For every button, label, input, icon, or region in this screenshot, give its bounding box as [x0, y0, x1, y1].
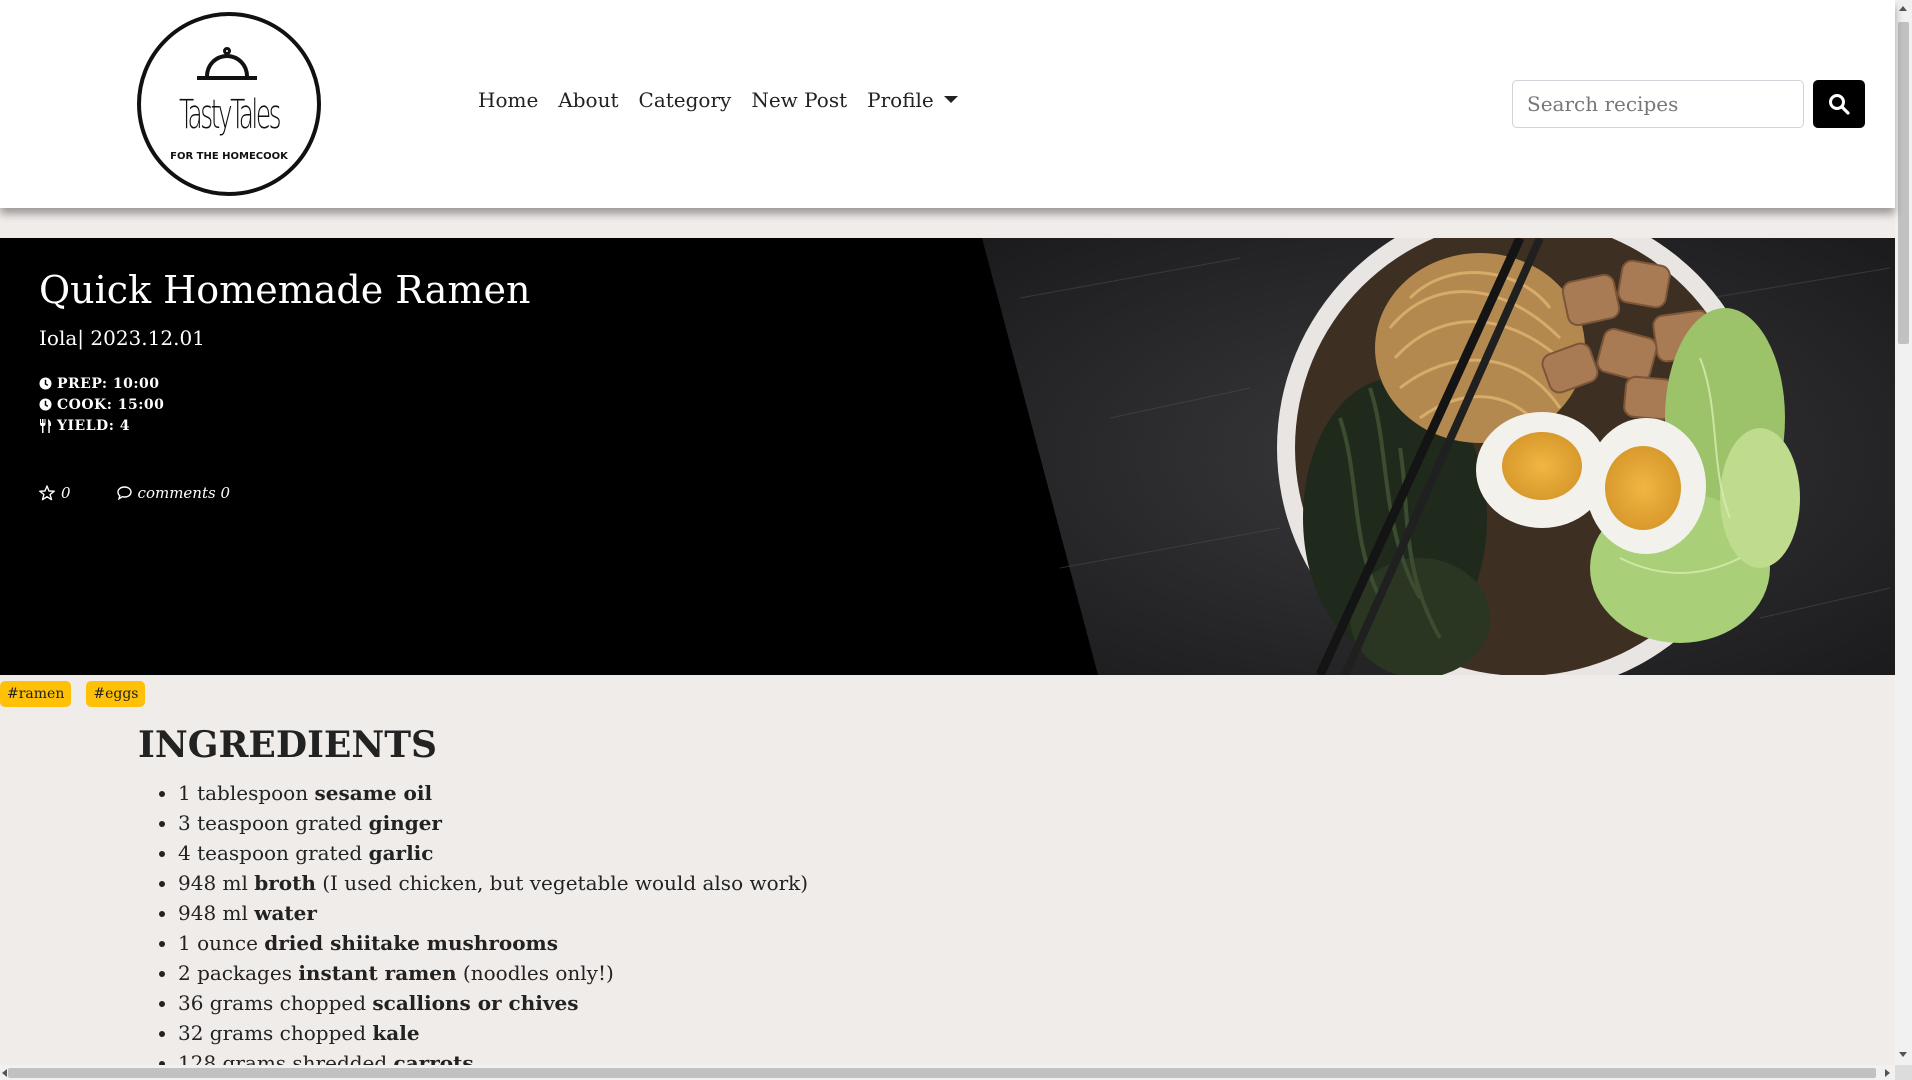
nav-profile-dropdown[interactable]: Profile: [857, 88, 968, 112]
nav-category[interactable]: Category: [629, 88, 742, 112]
post-date: 2023.12.01: [90, 326, 205, 350]
recipe-hero: Quick Homemade Ramen Iola| 2023.12.01 PR…: [0, 238, 1895, 675]
list-item: 3 teaspoon grated ginger: [178, 808, 808, 838]
cook-time-text: COOK: 15:00: [57, 396, 165, 413]
prep-time-text: PREP: 10:00: [57, 375, 160, 392]
list-item: 1 tablespoon sesame oil: [178, 778, 808, 808]
cook-time: COOK: 15:00: [39, 394, 164, 415]
like-button[interactable]: 0: [39, 484, 71, 502]
navbar: TastyTales FOR THE HOMECOOK Home About C…: [0, 0, 1895, 208]
logo[interactable]: TastyTales FOR THE HOMECOOK: [137, 12, 321, 196]
search-icon: [1829, 94, 1850, 115]
scroll-up-icon[interactable]: [1899, 6, 1907, 11]
nav-home[interactable]: Home: [478, 88, 548, 112]
yield-text: YIELD: 4: [57, 417, 130, 434]
tag-eggs[interactable]: #eggs: [86, 681, 146, 707]
vertical-scrollbar[interactable]: [1895, 0, 1912, 1065]
logo-tagline: FOR THE HOMECOOK: [170, 151, 288, 162]
recipe-title: Quick Homemade Ramen: [39, 268, 531, 312]
recipe-meta: Iola| 2023.12.01: [39, 326, 205, 350]
tag-ramen[interactable]: #ramen: [0, 681, 72, 707]
tag-list: #ramen #eggs: [0, 681, 160, 707]
vertical-scroll-thumb[interactable]: [1898, 22, 1909, 344]
list-item: 948 ml broth (I used chicken, but vegeta…: [178, 868, 808, 898]
search-input[interactable]: [1512, 80, 1804, 128]
list-item: 1 ounce dried shiitake mushrooms: [178, 928, 808, 958]
clock-icon: [39, 398, 52, 411]
caret-down-icon: [943, 96, 958, 103]
horizontal-scroll-thumb[interactable]: [8, 1068, 1876, 1078]
comment-bubble-icon: [116, 486, 132, 500]
cloche-icon: [205, 47, 249, 76]
scroll-left-icon[interactable]: [2, 1069, 7, 1077]
main-nav: Home About Category New Post Profile: [478, 88, 968, 112]
utensils-icon: [40, 418, 52, 433]
horizontal-scrollbar[interactable]: [0, 1065, 1895, 1080]
list-item: 2 packages instant ramen (noodles only!): [178, 958, 808, 988]
scroll-right-icon[interactable]: [1885, 1069, 1890, 1077]
social-actions: 0 comments 0: [39, 484, 276, 502]
prep-time: PREP: 10:00: [39, 373, 164, 394]
plate-line: [197, 76, 257, 80]
star-outline-icon: [39, 485, 55, 501]
ingredients-list: 1 tablespoon sesame oil 3 teaspoon grate…: [138, 778, 808, 1078]
list-item: 36 grams chopped scallions or chives: [178, 988, 808, 1018]
search-button[interactable]: [1813, 80, 1865, 128]
clock-icon: [39, 377, 52, 390]
nav-new-post[interactable]: New Post: [741, 88, 857, 112]
like-count: 0: [61, 484, 71, 502]
nav-profile-label: Profile: [867, 88, 934, 112]
recipe-stats: PREP: 10:00 COOK: 15:00 YIELD: 4: [39, 373, 164, 436]
list-item: 4 teaspoon grated garlic: [178, 838, 808, 868]
nav-about[interactable]: About: [548, 88, 628, 112]
logo-name: TastyTales: [178, 92, 282, 138]
comments-button[interactable]: comments 0: [116, 484, 231, 502]
meta-separator: |: [77, 326, 91, 350]
ingredients-heading: INGREDIENTS: [138, 724, 438, 766]
scroll-down-icon[interactable]: [1899, 1052, 1907, 1057]
list-item: 32 grams chopped kale: [178, 1018, 808, 1048]
scrollbar-corner: [1895, 1065, 1912, 1080]
author-name[interactable]: Iola: [39, 326, 77, 350]
comments-count: comments 0: [137, 484, 231, 502]
recipe-yield: YIELD: 4: [39, 415, 164, 436]
list-item: 948 ml water: [178, 898, 808, 928]
